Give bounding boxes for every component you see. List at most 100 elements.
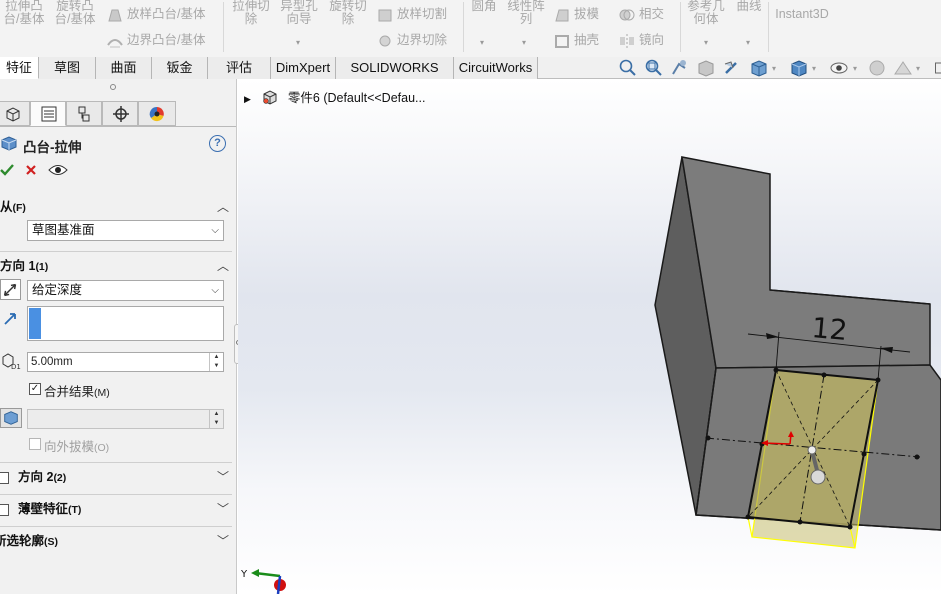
thin-feature-checkbox[interactable] <box>0 504 9 516</box>
boundary-boss-button[interactable]: 边界凸台/基体 <box>106 30 205 50</box>
selection-focus-bar <box>29 308 41 339</box>
dynamic-annotation-icon[interactable] <box>721 58 743 78</box>
chevron-down-icon: ⌵ <box>211 285 219 296</box>
dimension-value[interactable]: 12 <box>810 311 848 347</box>
dimxpert-manager-tab[interactable] <box>102 101 138 126</box>
reverse-direction-button[interactable] <box>0 279 21 300</box>
selected-contours-section-header[interactable]: 所选轮廓(S) ﹀ <box>0 530 235 552</box>
apply-scene-dropdown[interactable]: ▾ <box>916 64 920 73</box>
preview-eye-icon[interactable] <box>48 163 68 177</box>
boundary-cut-button[interactable]: 边界切除 <box>376 30 447 50</box>
curves-label: 曲线 <box>736 0 762 13</box>
from-select-value: 草图基准面 <box>32 223 95 237</box>
mirror-label: 镜向 <box>639 33 665 47</box>
depth-input[interactable]: 5.00mm ▲ ▼ <box>27 352 224 372</box>
mirror-icon <box>618 33 636 49</box>
draft-outward-checkbox[interactable] <box>29 438 41 450</box>
display-style-dropdown[interactable]: ▾ <box>812 64 816 73</box>
graphics-area[interactable]: ▶ 零件6 (Default<<Defau... 12 Y <box>238 79 941 594</box>
model-back-face[interactable] <box>681 156 931 369</box>
property-manager-tab[interactable] <box>30 101 66 126</box>
direction-arrow-icon <box>3 312 17 326</box>
tab-solidworks-mbd[interactable]: SOLIDWORKS MBD <box>336 57 454 96</box>
tab-features[interactable]: 特征 <box>0 57 39 79</box>
hole-wizard-button[interactable]: 异型孔向导 <box>277 0 321 26</box>
intersect-button[interactable]: 相交 <box>618 4 664 24</box>
revolve-boss-button[interactable]: 旋转凸台/基体 <box>53 0 97 26</box>
pattern-dropdown[interactable]: ▾ <box>522 38 526 47</box>
draft-outward-label: 向外拔模(O) <box>44 436 109 455</box>
direction1-section-header[interactable]: 方向 1(1) ︿ <box>0 255 235 277</box>
loft-cut-button[interactable]: 放样切割 <box>376 4 447 24</box>
draft-icon <box>553 7 571 23</box>
panel-grip-icon[interactable] <box>110 84 116 90</box>
tab-circuitworks[interactable]: CircuitWorks <box>454 57 538 79</box>
tab-dimxpert[interactable]: DimXpert <box>271 57 336 79</box>
cancel-x-icon[interactable] <box>25 164 37 176</box>
depth-spinner[interactable]: ▲ ▼ <box>209 353 223 371</box>
fillet-button[interactable]: 圆角 <box>467 0 501 13</box>
thin-feature-section-header[interactable]: 薄壁特征(T) ﹀ <box>18 498 235 520</box>
display-style-icon[interactable] <box>788 58 810 78</box>
collapse-chevron-icon[interactable]: ︿ <box>217 196 229 218</box>
configuration-manager-tab[interactable] <box>66 101 102 126</box>
tab-evaluate[interactable]: 评估 <box>208 57 271 79</box>
merge-result-checkbox[interactable]: ✓ <box>29 383 41 395</box>
collapse-chevron-icon[interactable]: ︿ <box>217 255 229 277</box>
ok-check-icon[interactable] <box>0 162 14 178</box>
model-view[interactable]: 12 Y <box>238 79 941 594</box>
sweep-icon <box>106 7 124 23</box>
draft-angle-input[interactable]: ▲ ▼ <box>27 409 224 429</box>
expand-chevron-icon[interactable]: ﹀ <box>217 530 229 552</box>
tab-surfaces[interactable]: 曲面 <box>96 57 152 79</box>
draft-angle-spinner[interactable]: ▲ ▼ <box>209 410 223 428</box>
curves-dropdown[interactable]: ▾ <box>746 38 750 47</box>
end-condition-select[interactable]: 给定深度 ⌵ <box>27 280 224 301</box>
from-section-header[interactable]: 从(F) ︿ <box>0 196 235 218</box>
curves-button[interactable]: 曲线 <box>734 0 764 13</box>
draft-toggle-button[interactable] <box>0 408 22 428</box>
extrude-cut-button[interactable]: 拉伸切除 <box>229 0 273 26</box>
ref-geometry-button[interactable]: 参考几何体 <box>684 0 728 26</box>
tab-sheet-metal[interactable]: 钣金 <box>152 57 208 79</box>
hole-wizard-dropdown[interactable]: ▾ <box>296 38 300 47</box>
extrude-boss-button[interactable]: 拉伸凸台/基体 <box>2 0 46 26</box>
zoom-to-area-icon[interactable] <box>643 58 665 78</box>
direction2-section-header[interactable]: 方向 2(2) ﹀ <box>18 466 235 488</box>
help-icon[interactable]: ? <box>209 135 226 152</box>
revolve-cut-button[interactable]: 旋转切除 <box>326 0 370 26</box>
edit-appearance-icon[interactable] <box>866 58 888 78</box>
merge-result-label: 合并结果(M) <box>44 381 110 400</box>
shell-label: 抽壳 <box>574 33 600 47</box>
view-settings-icon[interactable] <box>928 58 941 78</box>
tab-sketch[interactable]: 草图 <box>39 57 96 79</box>
direction-reference-box[interactable] <box>27 306 224 341</box>
view-orientation-icon[interactable] <box>748 58 770 78</box>
instant3d-button[interactable]: Instant3D <box>774 8 830 21</box>
zoom-to-fit-icon[interactable] <box>617 58 639 78</box>
sweep-boss-button[interactable]: 放样凸台/基体 <box>106 4 205 24</box>
mirror-button[interactable]: 镜向 <box>618 30 664 50</box>
shell-button[interactable]: 抽壳 <box>553 30 599 50</box>
view-orientation-dropdown[interactable]: ▾ <box>772 64 776 73</box>
depth-dimension-icon: D1 <box>0 352 22 371</box>
direction2-checkbox[interactable] <box>0 472 9 484</box>
reverse-direction-icon <box>3 283 17 297</box>
expand-chevron-icon[interactable]: ﹀ <box>217 498 229 520</box>
previous-view-icon[interactable] <box>669 58 691 78</box>
apply-scene-icon[interactable] <box>892 58 914 78</box>
fillet-label: 圆角 <box>471 0 497 13</box>
draft-button[interactable]: 拔模 <box>553 4 599 24</box>
section-view-icon[interactable] <box>695 58 717 78</box>
fillet-dropdown[interactable]: ▾ <box>480 38 484 47</box>
linear-pattern-label: 线性阵列 <box>507 0 545 26</box>
hide-show-dropdown[interactable]: ▾ <box>853 64 857 73</box>
expand-chevron-icon[interactable]: ﹀ <box>217 466 229 488</box>
hide-show-items-icon[interactable] <box>828 58 850 78</box>
ref-geometry-dropdown[interactable]: ▾ <box>704 38 708 47</box>
linear-pattern-button[interactable]: 线性阵列 <box>505 0 547 26</box>
display-manager-tab[interactable] <box>138 101 176 126</box>
thin-feature-header-label: 薄壁特征 <box>18 502 69 516</box>
from-select[interactable]: 草图基准面 ⌵ <box>27 220 224 241</box>
feature-manager-tab[interactable] <box>0 101 30 126</box>
